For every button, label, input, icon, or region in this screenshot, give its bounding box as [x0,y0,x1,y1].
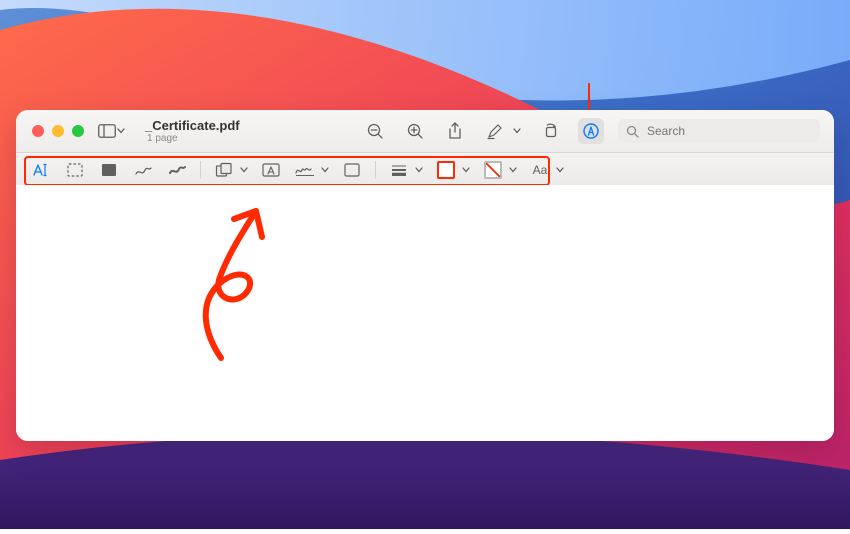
draw-icon [168,163,186,177]
text-style-label: Aa [533,163,548,177]
document-canvas[interactable] [16,185,834,441]
highlighter-icon [486,122,504,140]
rectangular-selection-tool[interactable] [62,159,88,181]
page-count-label: 1 page [147,133,178,144]
chevron-down-icon [240,167,248,173]
text-style-menu[interactable] [554,159,566,181]
text-style-button[interactable]: Aa [527,159,553,181]
sketch-tool[interactable] [130,159,156,181]
search-field[interactable] [618,119,820,143]
stroke-color-button[interactable] [433,159,459,181]
separator [200,161,201,179]
window-traffic-lights [32,125,84,137]
window-close-button[interactable] [32,125,44,137]
zoom-in-icon [406,122,424,140]
window-zoom-button[interactable] [72,125,84,137]
markup-button[interactable] [578,118,604,144]
search-icon [626,125,639,138]
preview-window: _Certificate.pdf 1 page [16,110,834,441]
chevron-down-icon [513,128,521,134]
redact-icon [101,163,117,177]
separator [375,161,376,179]
rotate-icon [542,122,560,140]
chevron-down-icon [117,128,125,134]
share-button[interactable] [442,118,468,144]
markup-icon [582,122,600,140]
fill-color-button[interactable] [480,159,506,181]
text-selection-tool[interactable] [28,159,54,181]
sidebar-icon [98,124,116,138]
title-group: _Certificate.pdf 1 page [145,118,255,144]
text-box-tool[interactable] [258,159,284,181]
highlight-button-group [482,118,524,144]
redact-tool[interactable] [96,159,122,181]
window-titlebar: _Certificate.pdf 1 page [16,110,834,153]
zoom-in-button[interactable] [402,118,428,144]
sign-tool[interactable] [292,159,318,181]
shapes-icon [215,162,233,178]
note-tool[interactable] [339,159,365,181]
zoom-out-icon [366,122,384,140]
sign-menu[interactable] [319,159,331,181]
document-title: _Certificate.pdf [145,118,240,133]
chevron-down-icon [415,167,423,173]
textbox-icon [262,163,280,177]
draw-tool[interactable] [164,159,190,181]
shape-style-button[interactable] [386,159,412,181]
sketch-icon [134,163,152,177]
text-select-icon [31,162,51,178]
zoom-out-button[interactable] [362,118,388,144]
fill-color-swatch [484,161,502,179]
search-input[interactable] [645,123,812,139]
stroke-color-swatch [437,161,455,179]
highlight-button[interactable] [482,118,508,144]
chevron-down-icon [509,167,517,173]
selection-rect-icon [67,163,83,177]
markup-toolbar: Aa [16,153,834,187]
chevron-down-icon [321,167,329,173]
window-minimize-button[interactable] [52,125,64,137]
share-icon [447,122,463,140]
highlight-menu-button[interactable] [510,118,524,144]
fill-color-menu[interactable] [507,159,519,181]
view-mode-button[interactable] [98,118,125,144]
chevron-down-icon [462,167,470,173]
stroke-color-menu[interactable] [460,159,472,181]
shapes-tool[interactable] [211,159,237,181]
drawn-arrow-annotation [176,193,286,363]
shape-style-menu[interactable] [413,159,425,181]
chevron-down-icon [556,167,564,173]
shapes-menu[interactable] [238,159,250,181]
line-weight-icon [391,164,407,176]
note-icon [344,163,360,177]
signature-icon [294,163,316,177]
rotate-button[interactable] [538,118,564,144]
